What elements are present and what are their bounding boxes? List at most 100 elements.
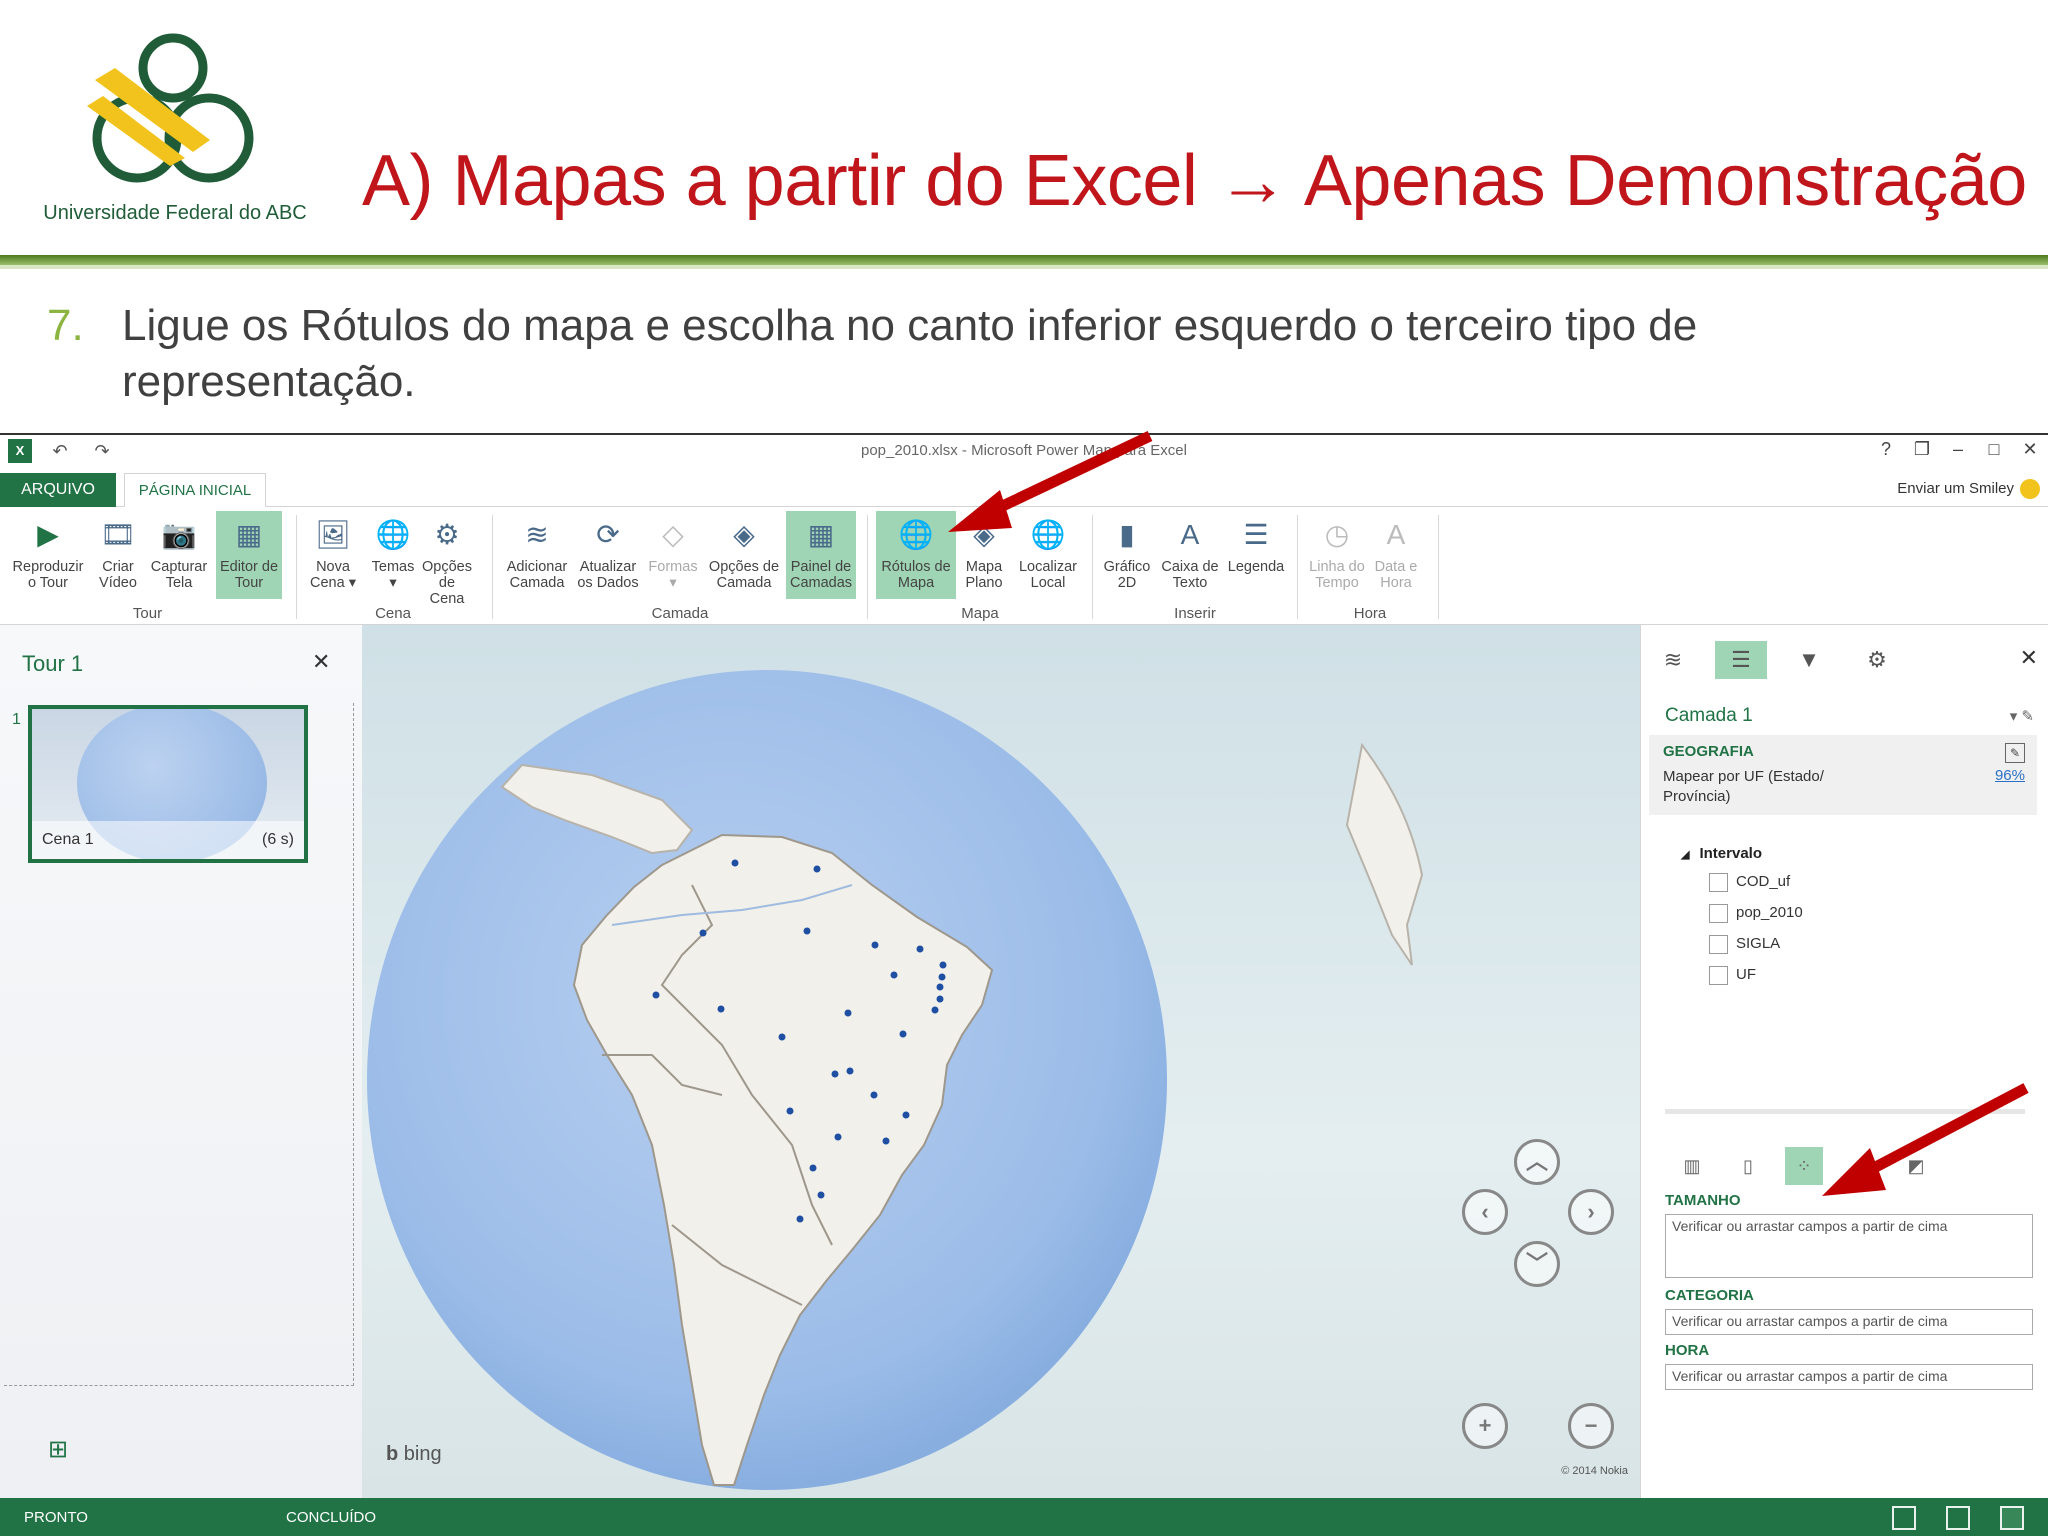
close-icon[interactable]: ✕ xyxy=(2018,439,2042,460)
quick-access-toolbar: X ↶ ↷ pop_2010.xlsx - Microsoft Power Ma… xyxy=(0,435,2048,467)
edit-pencil-icon[interactable]: ✎ xyxy=(2021,708,2034,725)
data-point xyxy=(831,1070,839,1078)
layer-controls[interactable]: ▾ ✎ xyxy=(2010,707,2034,725)
data-point xyxy=(882,1137,890,1145)
ribbon-button-date-time[interactable]: A Data e Hora xyxy=(1372,511,1420,599)
globe-map-view[interactable]: b bing © 2014 Nokia ︿ ‹ › ﹀ + − xyxy=(362,625,1640,1498)
ribbon-button-chart-2d[interactable]: ▮ Gráfico 2D xyxy=(1100,511,1154,599)
field-checkbox[interactable] xyxy=(1709,965,1728,985)
field-item[interactable]: pop_2010 xyxy=(1709,903,1803,923)
settings-tab[interactable]: ⚙ xyxy=(1851,641,1903,679)
field-checkbox[interactable] xyxy=(1709,934,1728,954)
status-bar: PRONTO CONCLUÍDO xyxy=(0,1498,2048,1536)
ribbon-label: Camada xyxy=(509,575,565,591)
ribbon-button-layer-pane[interactable]: ▦ Painel de Camadas xyxy=(786,511,856,599)
ribbon-button-new-scene[interactable]: 🖼 Nova Cena ▾ xyxy=(306,511,360,599)
full-screen-icon[interactable] xyxy=(1946,1506,1970,1530)
help-icon[interactable]: ? xyxy=(1874,439,1898,460)
data-point xyxy=(916,945,924,953)
ribbon-button-play[interactable]: ▶ Reproduzir o Tour xyxy=(8,511,88,599)
restore-ribbon-icon[interactable]: ❐ xyxy=(1910,439,1934,460)
gear-icon: ⚙ xyxy=(1867,647,1887,672)
data-point xyxy=(890,971,898,979)
range-group[interactable]: ◢ Intervalo xyxy=(1681,845,1762,862)
ribbon-label: ▾ xyxy=(389,575,397,591)
tilt-up-button[interactable]: ︿ xyxy=(1514,1139,1560,1185)
data-point xyxy=(803,927,811,935)
stacked-column-type[interactable]: ▥ xyxy=(1673,1147,1711,1185)
ribbon-label: Camadas xyxy=(789,575,853,591)
ribbon-button-shapes[interactable]: ◇ Formas ▾ xyxy=(646,511,700,599)
new-scene-icon[interactable]: ⊞ xyxy=(48,1435,68,1464)
rotate-right-button[interactable]: › xyxy=(1568,1189,1614,1235)
layer-pane-view-icon[interactable] xyxy=(2000,1506,2024,1530)
bubble-type[interactable]: ⁘ xyxy=(1785,1147,1823,1185)
data-point xyxy=(786,1107,794,1115)
ribbon-label: Capturar xyxy=(150,559,208,575)
ribbon-button-refresh[interactable]: ⟳ Atualizar os Dados xyxy=(574,511,642,599)
category-well[interactable]: Verificar ou arrastar campos a partir de… xyxy=(1665,1309,2033,1335)
edit-geography-icon[interactable]: ✎ xyxy=(2005,743,2025,763)
field-list-tab[interactable]: ☰ xyxy=(1715,641,1767,679)
tab-file[interactable]: ARQUIVO xyxy=(0,473,116,507)
ribbon-button-video[interactable]: 🎞 Criar Vídeo xyxy=(92,511,144,599)
field-list-icon: ☰ xyxy=(1731,647,1751,672)
data-point xyxy=(731,859,739,867)
rotate-left-button[interactable]: ‹ xyxy=(1462,1189,1508,1235)
scene-thumbnail[interactable]: Cena 1 (6 s) xyxy=(28,705,308,863)
field-item[interactable]: SIGLA xyxy=(1709,934,1780,954)
maximize-icon[interactable]: □ xyxy=(1982,439,2006,460)
pane-splitter[interactable] xyxy=(1665,1109,2025,1114)
region-type[interactable]: ◩ xyxy=(1897,1147,1935,1185)
layer-name[interactable]: Camada 1 xyxy=(1665,705,1753,727)
logo-text: Universidade Federal do ABC xyxy=(43,202,307,224)
ribbon-label: Camada xyxy=(716,575,772,591)
ribbon-button-timeline[interactable]: ◷ Linha do Tempo xyxy=(1306,511,1368,599)
layer-list-tab[interactable]: ≋ xyxy=(1647,641,1699,679)
ribbon-label: Data e xyxy=(1374,559,1418,575)
field-checkbox[interactable] xyxy=(1709,872,1728,892)
field-checkbox[interactable] xyxy=(1709,903,1728,923)
send-smiley-button[interactable]: Enviar um Smiley xyxy=(1897,479,2040,499)
zoom-out-button[interactable]: − xyxy=(1568,1403,1614,1449)
africa-land xyxy=(1345,742,1424,966)
data-point xyxy=(939,961,947,969)
tour-editor-view-icon[interactable] xyxy=(1892,1506,1916,1530)
pane-close-icon[interactable]: ✕ xyxy=(2020,645,2038,671)
ribbon-button-flat-map[interactable]: ◈ Mapa Plano xyxy=(958,511,1010,599)
data-point xyxy=(902,1111,910,1119)
time-well[interactable]: Verificar ou arrastar campos a partir de… xyxy=(1665,1364,2033,1390)
field-item[interactable]: COD_uf xyxy=(1709,872,1790,892)
geography-confidence-link[interactable]: 96% xyxy=(1995,767,2025,784)
ribbon-button-map-labels[interactable]: 🌐 Rótulos de Mapa xyxy=(876,511,956,599)
ribbon-button-scene-options[interactable]: ⚙ Opções de Cena xyxy=(420,511,474,607)
region-icon: ◩ xyxy=(1907,1156,1925,1176)
ribbon-label: Mapa xyxy=(965,559,1003,575)
heatmap-icon: ● xyxy=(1854,1156,1866,1176)
collapse-triangle-icon[interactable]: ◢ xyxy=(1681,849,1689,861)
ribbon-separator xyxy=(1092,515,1093,619)
dropdown-icon[interactable]: ▾ xyxy=(2010,708,2018,725)
clustered-column-type[interactable]: ▯ xyxy=(1729,1147,1767,1185)
ribbon-button-layer-options[interactable]: ◈ Opções de Camada xyxy=(706,511,782,599)
tab-home[interactable]: PÁGINA INICIAL xyxy=(124,473,266,508)
ribbon-button-text-box[interactable]: A Caixa de Texto xyxy=(1160,511,1220,599)
heatmap-type[interactable]: ● xyxy=(1841,1147,1879,1185)
tilt-down-button[interactable]: ﹀ xyxy=(1514,1241,1560,1287)
ribbon-button-camera[interactable]: 📷 Capturar Tela xyxy=(146,511,212,599)
ribbon-button-find-location[interactable]: 🌐 Localizar Local xyxy=(1014,511,1082,599)
filter-tab[interactable]: ▼ xyxy=(1783,641,1835,679)
zoom-in-button[interactable]: + xyxy=(1462,1403,1508,1449)
field-item[interactable]: UF xyxy=(1709,965,1756,985)
tour-close-icon[interactable]: ✕ xyxy=(312,649,330,675)
ribbon-button-tour-editor[interactable]: ▦ Editor de Tour xyxy=(216,511,282,599)
minimize-icon[interactable]: – xyxy=(1946,439,1970,460)
size-well[interactable]: Verificar ou arrastar campos a partir de… xyxy=(1665,1214,2033,1278)
field-label: UF xyxy=(1736,966,1756,983)
window-title: pop_2010.xlsx - Microsoft Power Map para… xyxy=(861,442,1187,459)
ribbon-button-themes[interactable]: 🌐 Temas ▾ xyxy=(368,511,418,599)
camera-icon: 📷 xyxy=(161,519,197,550)
ribbon-button-add-layer[interactable]: ≋ Adicionar Camada xyxy=(502,511,572,599)
ribbon-button-legend[interactable]: ☰ Legenda xyxy=(1226,511,1286,599)
ufabc-logo-icon xyxy=(87,33,254,183)
